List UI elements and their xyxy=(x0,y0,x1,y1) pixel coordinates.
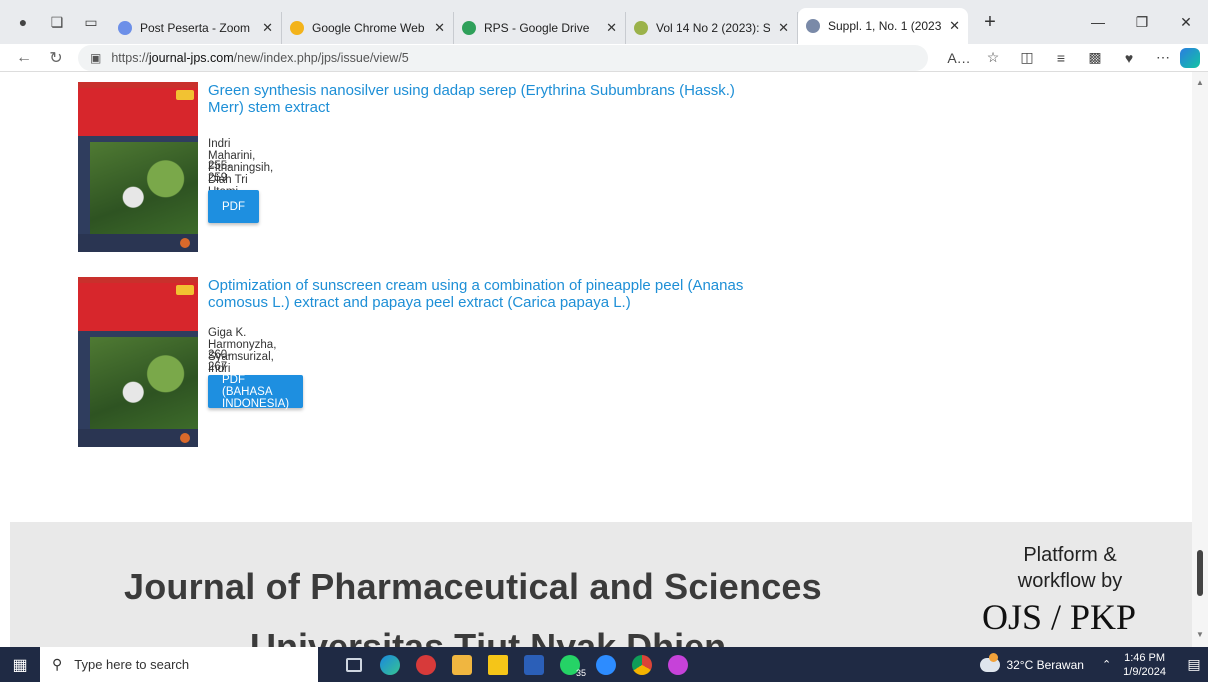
address-bar-row: ← ↻ ▣ https://journal-jps.com/new/index.… xyxy=(0,44,1208,72)
tab-favicon-icon xyxy=(118,21,132,35)
browser-tab[interactable]: Post Peserta - Zoom ✕ xyxy=(110,12,282,44)
favorite-star-icon[interactable]: ☆ xyxy=(976,49,1010,66)
whatsapp-icon[interactable]: 35 xyxy=(552,647,588,682)
cover-photo xyxy=(90,142,198,234)
taskbar-clock[interactable]: 1:46 PM 1/9/2024 xyxy=(1123,651,1166,679)
article-pages: 255-259 xyxy=(208,160,232,184)
app-red-icon[interactable] xyxy=(408,647,444,682)
system-tray: 32°C Berawan ⌃ 1:46 PM 1/9/2024 ▤ xyxy=(980,647,1208,682)
windows-start-icon[interactable]: ▦ xyxy=(0,647,40,682)
clock-date: 1/9/2024 xyxy=(1123,665,1166,678)
split-screen-icon[interactable]: ◫ xyxy=(1010,49,1044,66)
url-prefix: https:// xyxy=(111,50,149,65)
weather-cloud-icon xyxy=(980,652,1001,672)
tab-close-icon[interactable]: ✕ xyxy=(949,18,960,34)
tab-close-icon[interactable]: ✕ xyxy=(262,20,273,36)
scroll-up-icon[interactable]: ▲ xyxy=(1196,78,1204,87)
scrollbar-thumb[interactable] xyxy=(1197,550,1203,596)
url-path: /new/index.php/jps/issue/view/5 xyxy=(233,50,409,65)
issue-cover-image[interactable] xyxy=(78,82,198,252)
url-domain: journal-jps.com xyxy=(148,50,234,65)
cover-photo xyxy=(90,337,198,429)
article-title-link[interactable]: Optimization of sunscreen cream using a … xyxy=(208,277,768,311)
article-pdf-button[interactable]: PDF xyxy=(208,190,259,223)
page-scrollbar[interactable]: ▲ ▼ xyxy=(1192,72,1208,647)
restore-button[interactable]: ❐ xyxy=(1120,0,1164,44)
windows-taskbar: ▦ ⚲ Type here to search 35 32°C Berawan … xyxy=(0,647,1208,682)
issue-cover-image[interactable] xyxy=(78,277,198,447)
weather-widget[interactable]: 32°C Berawan xyxy=(980,652,1084,672)
back-button[interactable]: ← xyxy=(10,44,38,72)
browser-tab[interactable]: Vol 14 No 2 (2023): SAI ✕ xyxy=(626,12,798,44)
tab-favicon-icon xyxy=(806,19,820,33)
tab-favicon-icon xyxy=(290,21,304,35)
whatsapp-badge: 35 xyxy=(575,668,586,678)
page-viewport: Green synthesis nanosilver using dadap s… xyxy=(0,72,1208,647)
tab-title: Post Peserta - Zoom xyxy=(140,21,251,35)
tab-actions-icon[interactable]: ▭ xyxy=(80,11,102,33)
chrome-app-icon[interactable] xyxy=(624,647,660,682)
tab-title: Vol 14 No 2 (2023): SAI xyxy=(656,21,771,35)
article-pages: 260-267 xyxy=(208,349,232,373)
browser-tab-strip: ● ❏ ▭ Post Peserta - Zoom ✕ Google Chrome … xyxy=(0,0,1208,44)
cover-badge xyxy=(176,90,194,100)
workspaces-icon[interactable]: ❏ xyxy=(46,11,68,33)
notification-icon[interactable]: ▤ xyxy=(1180,656,1208,673)
article-title-link[interactable]: Green synthesis nanosilver using dadap s… xyxy=(208,82,768,116)
tab-title: Google Chrome Web S xyxy=(312,21,427,35)
edge-app-icon[interactable] xyxy=(372,647,408,682)
new-tab-button[interactable]: + xyxy=(978,11,1002,34)
weather-text: 32°C Berawan xyxy=(1006,657,1084,672)
url-input[interactable]: ▣ https://journal-jps.com/new/index.php/… xyxy=(78,44,928,71)
word-app-icon[interactable] xyxy=(516,647,552,682)
tab-title: Suppl. 1, No. 1 (2023) | xyxy=(828,19,942,33)
task-view-icon[interactable] xyxy=(336,647,372,682)
browser-tab[interactable]: Google Chrome Web S ✕ xyxy=(282,12,454,44)
collections-icon[interactable]: ▩ xyxy=(1078,49,1112,66)
tab-close-icon[interactable]: ✕ xyxy=(778,20,789,36)
refresh-button[interactable]: ↻ xyxy=(42,44,70,72)
window-controls: — ❐ ✕ xyxy=(1076,0,1208,44)
ojs-pkp-logo[interactable]: OJS / PKP xyxy=(982,596,1136,638)
show-hidden-icons-icon[interactable]: ⌃ xyxy=(1102,658,1111,671)
article-pdf-button[interactable]: PDF (BAHASA INDONESIA) xyxy=(208,374,304,410)
profile-icon[interactable]: ● xyxy=(12,11,34,33)
tab-close-icon[interactable]: ✕ xyxy=(606,20,617,36)
tab-close-icon[interactable]: ✕ xyxy=(434,20,445,36)
tab-favicon-icon xyxy=(462,21,476,35)
read-aloud-icon[interactable]: A… xyxy=(942,50,976,66)
minimize-button[interactable]: — xyxy=(1076,0,1120,44)
search-placeholder: Type here to search xyxy=(74,657,190,672)
clock-time: 1:46 PM xyxy=(1124,651,1166,664)
platform-credit[interactable]: Platform & workflow by xyxy=(1000,542,1140,594)
cover-seal-icon xyxy=(180,433,190,443)
browser-toolbar: A… ☆ ◫ ≡ ▩ ♥ ⋯ xyxy=(942,47,1200,68)
cover-seal-icon xyxy=(180,238,190,248)
lock-icon: ▣ xyxy=(90,50,102,65)
copilot-icon[interactable] xyxy=(1180,47,1200,68)
footer-university-name: Universitas Tjut Nyak Dhien xyxy=(250,626,727,647)
browser-tab[interactable]: RPS - Google Drive ✕ xyxy=(454,12,626,44)
browser-tab[interactable]: Suppl. 1, No. 1 (2023) | ✕ xyxy=(798,8,968,44)
zoom-app-icon[interactable] xyxy=(588,647,624,682)
file-explorer-icon[interactable] xyxy=(444,647,480,682)
performance-icon[interactable]: ♥ xyxy=(1112,50,1146,66)
tab-title: RPS - Google Drive xyxy=(484,21,590,35)
more-options-icon[interactable]: ⋯ xyxy=(1146,49,1180,66)
search-icon: ⚲ xyxy=(52,656,63,672)
cover-badge xyxy=(176,285,194,295)
close-window-button[interactable]: ✕ xyxy=(1164,0,1208,44)
footer-journal-name: Journal of Pharmaceutical and Sciences xyxy=(124,566,822,607)
favorites-icon[interactable]: ≡ xyxy=(1044,50,1078,66)
site-footer: Journal of Pharmaceutical and Sciences U… xyxy=(10,522,1192,647)
tab-favicon-icon xyxy=(634,21,648,35)
taskbar-apps: 35 xyxy=(336,647,696,682)
scroll-down-icon[interactable]: ▼ xyxy=(1196,630,1204,639)
sticky-notes-icon[interactable] xyxy=(480,647,516,682)
wps-app-icon[interactable] xyxy=(660,647,696,682)
taskbar-search-box[interactable]: ⚲ Type here to search xyxy=(40,647,318,682)
